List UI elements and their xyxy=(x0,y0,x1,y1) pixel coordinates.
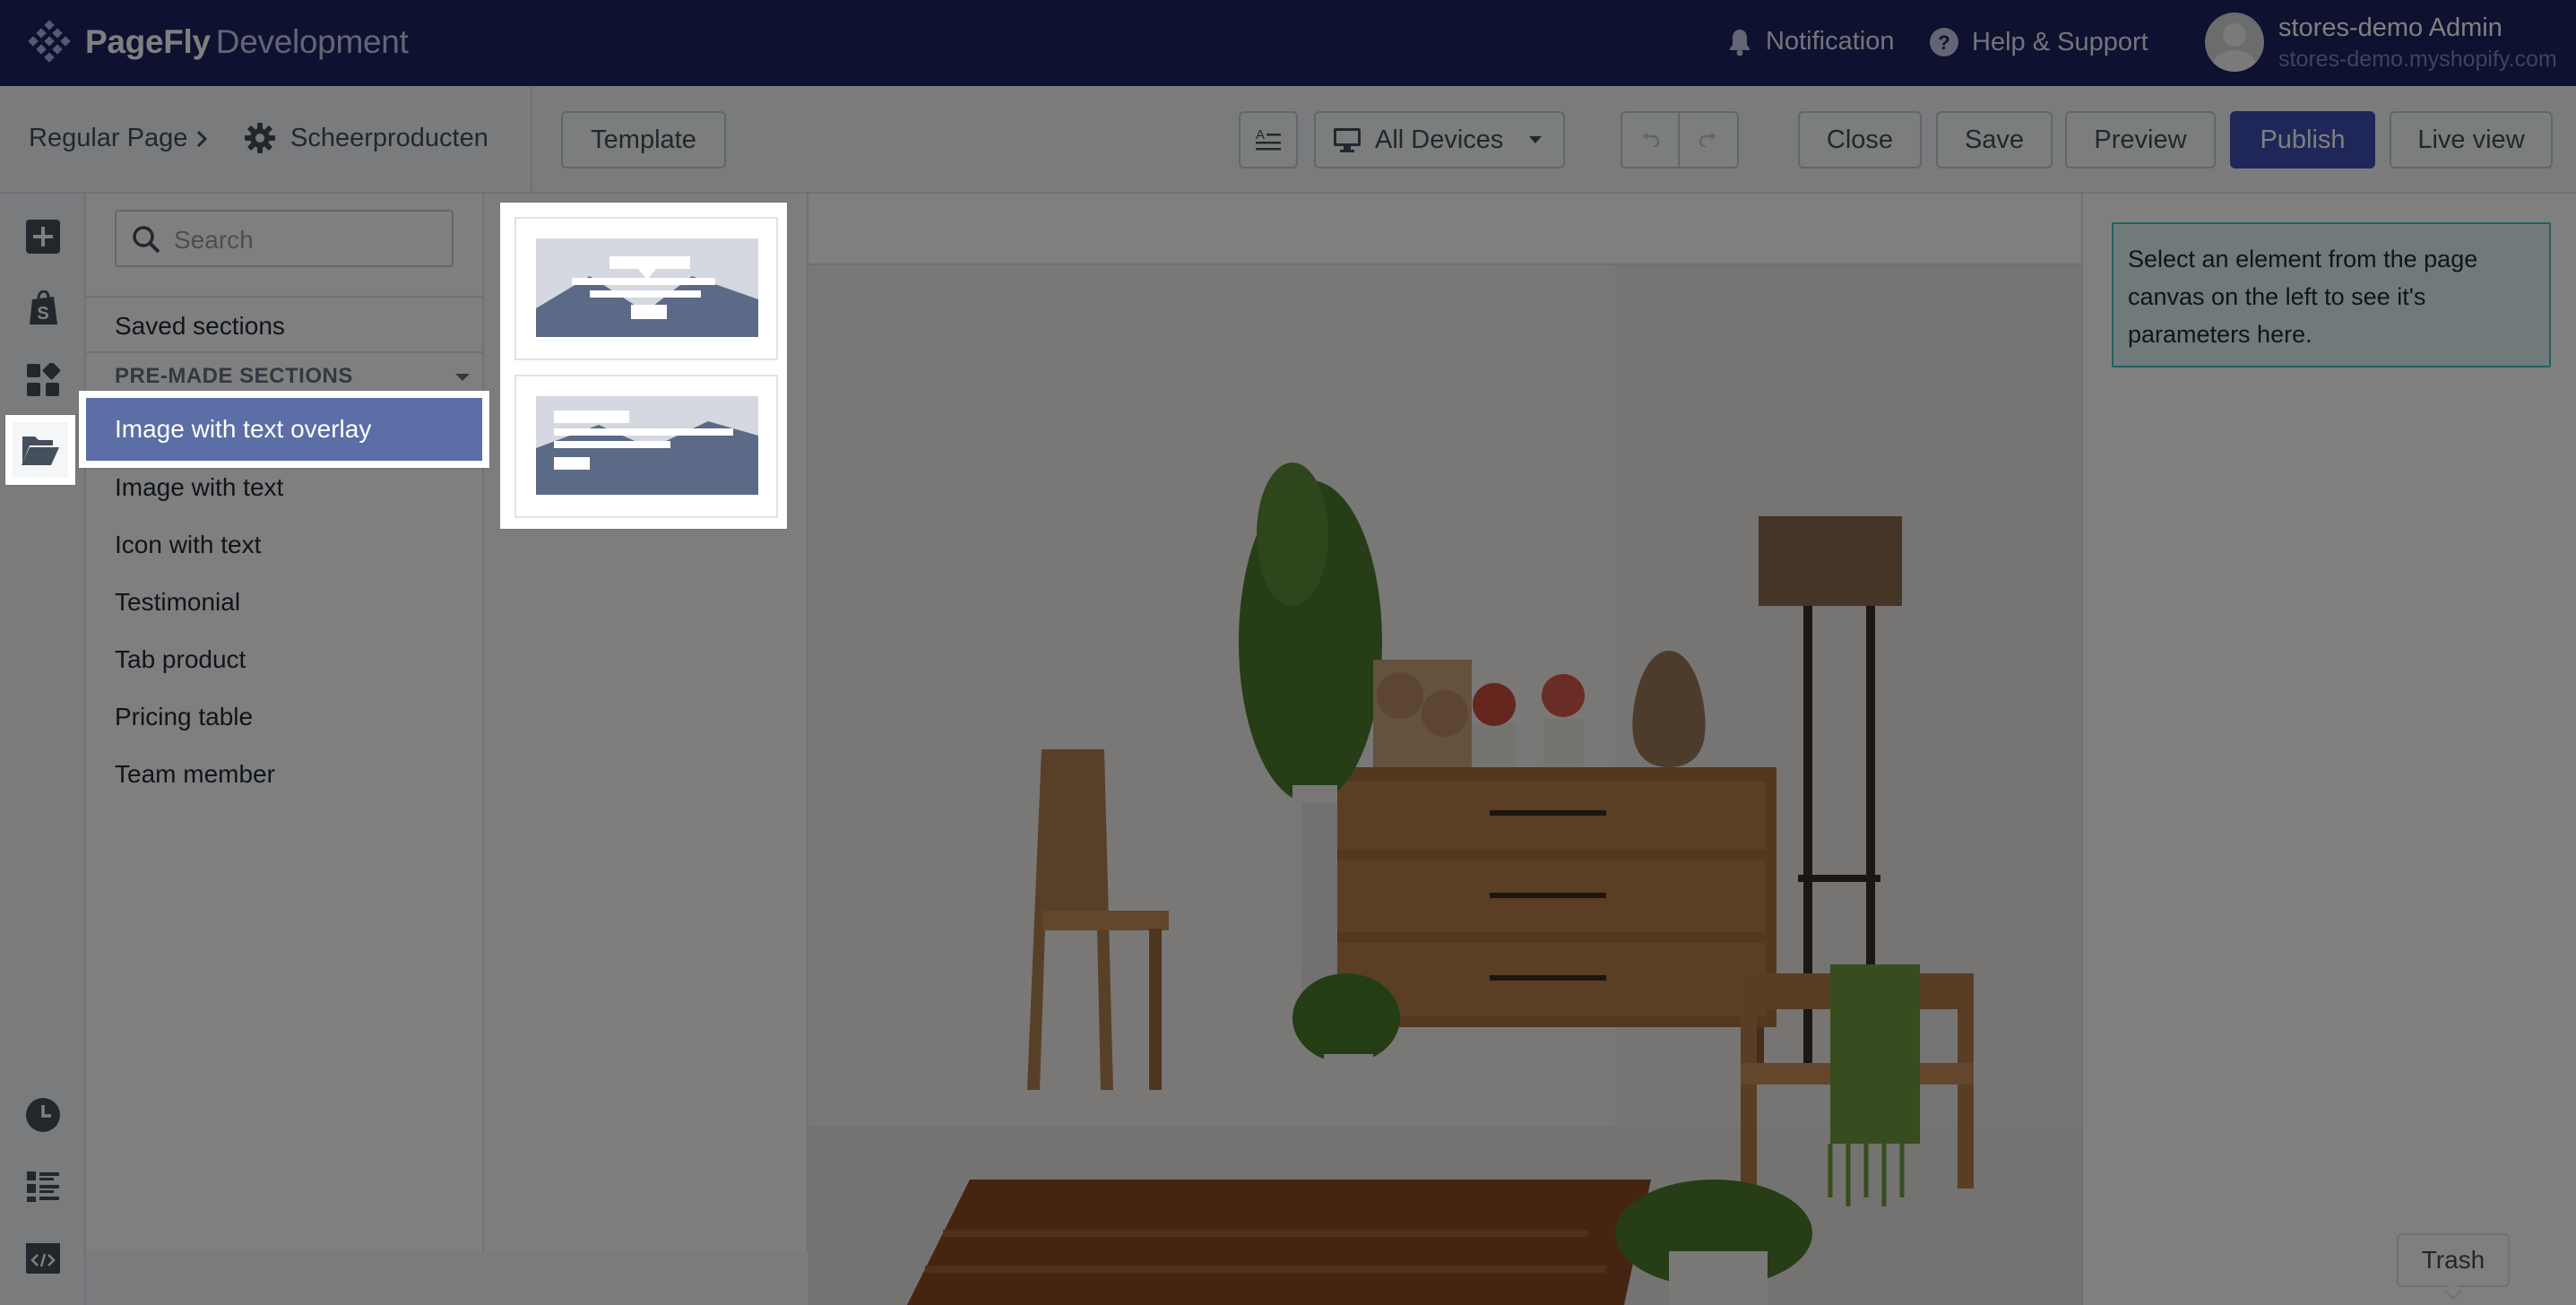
avatar[interactable] xyxy=(2205,13,2264,72)
section-item-tab-product[interactable]: Tab product xyxy=(86,628,482,691)
sections-panel: Search Saved sections PRE-MADE SECTIONS … xyxy=(86,194,484,1251)
highlighted-template-thumbnails[interactable] xyxy=(500,203,787,529)
left-icon-bar: S xyxy=(0,194,86,1305)
save-button[interactable]: Save xyxy=(1936,111,2053,169)
panel-footer xyxy=(86,1251,808,1305)
undo-button[interactable] xyxy=(1621,111,1680,169)
preview-button[interactable]: Preview xyxy=(2065,111,2216,169)
close-button[interactable]: Close xyxy=(1798,111,1922,169)
inspector-panel: Select an element from the page canvas o… xyxy=(2081,194,2576,1305)
section-item-team-member[interactable]: Team member xyxy=(86,743,482,806)
breadcrumb-page-name[interactable]: Scheerproducten xyxy=(290,124,488,153)
search-placeholder: Search xyxy=(174,226,254,254)
list-icon xyxy=(27,1171,59,1202)
top-bar: PageFly Development Notification ? Help &… xyxy=(0,0,2576,86)
svg-text:A: A xyxy=(1256,127,1265,143)
device-select-label: All Devices xyxy=(1375,125,1504,154)
panel-divider xyxy=(86,351,482,353)
shopify-bag-icon: S xyxy=(30,290,57,324)
history-button[interactable] xyxy=(22,1093,65,1136)
caret-down-icon xyxy=(1529,136,1542,143)
outline-button[interactable] xyxy=(22,1165,65,1208)
svg-text:S: S xyxy=(37,304,48,324)
code-icon xyxy=(26,1243,60,1274)
section-item-icon-with-text[interactable]: Icon with text xyxy=(86,514,482,576)
apps-grid-icon xyxy=(27,363,60,396)
folder-open-icon xyxy=(22,436,59,465)
inspector-info-message: Select an element from the page canvas o… xyxy=(2112,222,2551,367)
shopify-button[interactable]: S xyxy=(22,287,65,330)
highlighted-section-item[interactable]: Image with text overlay xyxy=(79,391,489,468)
section-item-testimonial[interactable]: Testimonial xyxy=(86,571,482,634)
caret-down-icon xyxy=(455,374,470,381)
clock-icon xyxy=(26,1098,60,1132)
search-input[interactable]: Search xyxy=(115,210,454,267)
template-preview-image xyxy=(536,238,758,337)
panel-divider xyxy=(86,296,482,298)
text-format-button[interactable]: A xyxy=(1239,111,1298,169)
code-editor-button[interactable] xyxy=(22,1237,65,1280)
help-support-label: Help & Support xyxy=(1972,27,2148,56)
user-name[interactable]: stores-demo Admin xyxy=(2278,13,2503,43)
section-item-pricing-table[interactable]: Pricing table xyxy=(86,686,482,748)
notification-link[interactable]: Notification xyxy=(1726,27,1894,56)
chevron-right-icon xyxy=(196,130,208,148)
redo-icon xyxy=(1699,133,1716,147)
plus-square-icon xyxy=(26,220,60,254)
template-preview-image xyxy=(536,396,758,495)
gear-icon[interactable] xyxy=(244,122,276,154)
canvas-header-strip xyxy=(808,194,2081,265)
desktop-icon xyxy=(1334,128,1361,152)
bell-icon xyxy=(1730,29,1750,56)
pagefly-logo-icon xyxy=(28,20,71,63)
saved-sections-link[interactable]: Saved sections xyxy=(115,312,285,341)
editor-toolbar: Regular Page Scheerproducten Template A … xyxy=(0,86,2576,194)
undo-icon xyxy=(1642,133,1660,147)
page-canvas[interactable] xyxy=(808,194,2081,1305)
toolbar-divider xyxy=(531,86,532,194)
help-icon: ? xyxy=(1930,28,1958,56)
sections-library-button[interactable] xyxy=(5,415,75,485)
device-select[interactable]: All Devices xyxy=(1314,111,1565,169)
text-align-icon: A xyxy=(1256,127,1281,151)
app-brand: PageFly Development xyxy=(85,23,409,60)
help-support-link[interactable]: ? Help & Support xyxy=(1929,27,2148,57)
publish-button[interactable]: Publish xyxy=(2230,111,2375,169)
add-element-button[interactable] xyxy=(22,215,65,258)
trash-button[interactable]: Trash xyxy=(2397,1233,2510,1287)
live-view-button[interactable]: Live view xyxy=(2390,111,2553,169)
user-domain: stores-demo.myshopify.com xyxy=(2278,47,2557,72)
svg-text:?: ? xyxy=(1938,31,1949,54)
template-button[interactable]: Template xyxy=(561,111,726,169)
search-icon xyxy=(133,226,160,254)
premade-sections-heading[interactable]: PRE-MADE SECTIONS xyxy=(115,364,353,389)
section-template-thumbnail[interactable] xyxy=(514,375,778,518)
notification-label: Notification xyxy=(1766,27,1895,56)
apps-button[interactable] xyxy=(22,359,65,402)
hero-image[interactable] xyxy=(808,265,2081,1305)
redo-button[interactable] xyxy=(1680,111,1739,169)
breadcrumb-page-type[interactable]: Regular Page xyxy=(29,124,187,153)
section-template-thumbnail[interactable] xyxy=(514,217,778,360)
